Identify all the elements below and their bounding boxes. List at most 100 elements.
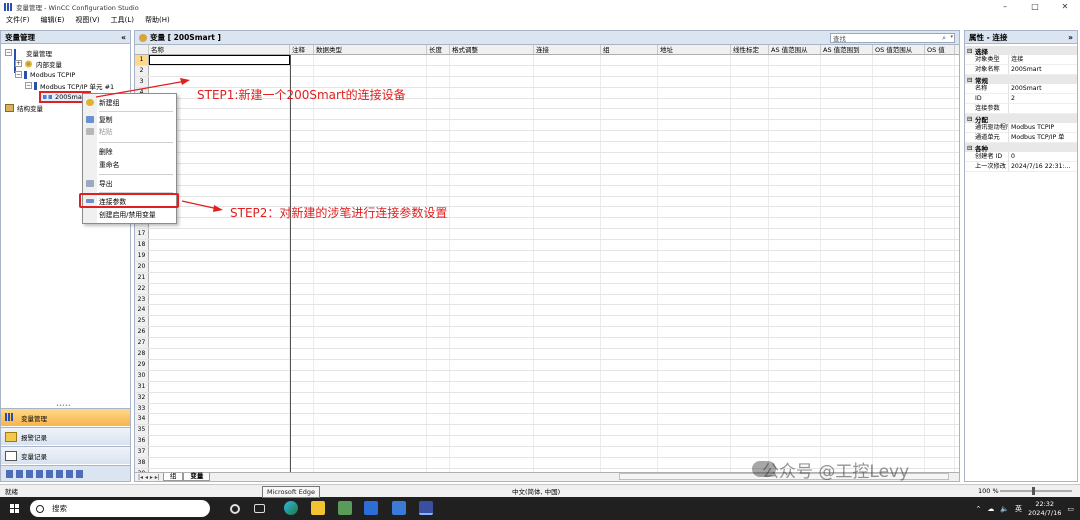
grid-cell[interactable] (601, 142, 658, 153)
grid-cell[interactable] (450, 98, 534, 109)
grid-cell[interactable] (450, 163, 534, 174)
table-row[interactable]: 36 (135, 436, 959, 448)
table-row[interactable]: 20 (135, 261, 959, 273)
grid-cell[interactable] (314, 120, 427, 131)
grid-cell[interactable] (658, 316, 731, 327)
grid-cell[interactable] (149, 251, 290, 261)
grid-cell[interactable] (601, 414, 658, 425)
menu-item-copy[interactable]: 复制 (99, 115, 113, 125)
grid-cell[interactable] (873, 153, 925, 163)
row-number[interactable]: 17 (135, 229, 149, 240)
tag-management-icon[interactable] (6, 469, 13, 478)
grid-cell[interactable] (290, 294, 314, 305)
grid-cell[interactable] (769, 392, 821, 403)
grid-cell[interactable] (149, 381, 290, 392)
grid-cell[interactable] (821, 120, 873, 131)
column-header[interactable]: 长度 (427, 45, 450, 54)
table-row[interactable]: 9 (135, 142, 959, 154)
grid-cell[interactable] (601, 261, 658, 272)
grid-cell[interactable] (731, 185, 769, 196)
grid-cell[interactable] (769, 240, 821, 251)
grid-cell[interactable] (534, 87, 601, 98)
grid-cell[interactable] (925, 272, 955, 283)
grid-cell[interactable] (534, 196, 601, 207)
grid-cell[interactable] (925, 283, 955, 294)
grid-cell[interactable] (769, 218, 821, 229)
row-number[interactable]: 35 (135, 425, 149, 436)
grid-cell[interactable] (873, 283, 925, 294)
grid-cell[interactable] (314, 316, 427, 327)
grid-cell[interactable] (534, 327, 601, 338)
file-explorer-icon[interactable] (311, 501, 325, 515)
grid-cell[interactable] (601, 240, 658, 251)
grid-cell[interactable] (769, 272, 821, 283)
grid-cell[interactable] (290, 131, 314, 142)
table-row[interactable]: 22 (135, 283, 959, 295)
grid-cell[interactable] (450, 349, 534, 359)
grid-cell[interactable] (314, 359, 427, 370)
grid-cell[interactable] (821, 338, 873, 349)
grid-cell[interactable] (873, 251, 925, 261)
table-row[interactable]: 26 (135, 327, 959, 339)
grid-cell[interactable] (290, 153, 314, 163)
grid-cell[interactable] (658, 55, 731, 65)
grid-cell[interactable] (925, 185, 955, 196)
input-language[interactable]: 英 (1015, 504, 1022, 514)
row-number[interactable]: 25 (135, 316, 149, 327)
grid-cell[interactable] (821, 272, 873, 283)
search-input[interactable]: 查找 ⌕ ▾ (830, 33, 955, 43)
expand-toggle-icon[interactable]: + (15, 60, 22, 67)
chevron-down-icon[interactable]: ▾ (950, 34, 953, 40)
grid-cell[interactable] (769, 283, 821, 294)
nav-tag-logging[interactable]: 变量记录 (1, 446, 130, 464)
grid-cell[interactable] (450, 251, 534, 261)
grid-cell[interactable] (427, 447, 450, 457)
prop-last-modified[interactable]: 上一次修改 2024/7/16 22:31:... (965, 162, 1077, 172)
grid-cell[interactable] (925, 425, 955, 436)
grid-cell[interactable] (873, 447, 925, 457)
grid-cell[interactable] (658, 196, 731, 207)
grid-cell[interactable] (731, 261, 769, 272)
grid-cell[interactable] (658, 327, 731, 338)
grid-cell[interactable] (731, 436, 769, 447)
grid-cell[interactable] (658, 457, 731, 468)
grid-cell[interactable] (427, 163, 450, 174)
table-row[interactable]: 6 (135, 109, 959, 121)
clock[interactable]: 22:32 2024/7/16 (1028, 500, 1061, 518)
tab-tags[interactable]: 变量 (183, 473, 211, 481)
table-row[interactable]: 33 (135, 403, 959, 415)
grid-cell[interactable] (149, 316, 290, 327)
grid-cell[interactable] (925, 305, 955, 316)
grid-cell[interactable] (731, 218, 769, 229)
row-number[interactable]: 37 (135, 447, 149, 457)
grid-cell[interactable] (427, 142, 450, 153)
grid-cell[interactable] (314, 403, 427, 414)
grid-cell[interactable] (290, 436, 314, 447)
grid-cell[interactable] (769, 153, 821, 163)
grid-cell[interactable] (873, 87, 925, 98)
grid-cell[interactable] (149, 327, 290, 338)
grid-cell[interactable] (314, 327, 427, 338)
grid-cell[interactable] (821, 109, 873, 120)
grid-cell[interactable] (427, 316, 450, 327)
grid-cell[interactable] (149, 305, 290, 316)
grid-cell[interactable] (769, 305, 821, 316)
grid-cell[interactable] (290, 185, 314, 196)
grid-cell[interactable] (658, 131, 731, 142)
grid-cell[interactable] (534, 425, 601, 436)
row-number[interactable]: 26 (135, 327, 149, 338)
table-row[interactable]: 34 (135, 414, 959, 426)
grid-cell[interactable] (873, 185, 925, 196)
grid-cell[interactable] (731, 163, 769, 174)
grid-cell[interactable] (731, 316, 769, 327)
grid-cell[interactable] (731, 349, 769, 359)
grid-cell[interactable] (873, 381, 925, 392)
grid-cell[interactable] (769, 142, 821, 153)
grid-cell[interactable] (925, 120, 955, 131)
grid-cell[interactable] (658, 185, 731, 196)
grid-cell[interactable] (290, 338, 314, 349)
grid-cell[interactable] (290, 349, 314, 359)
grid-cell[interactable] (769, 207, 821, 218)
grid-cell[interactable] (873, 425, 925, 436)
grid-cell[interactable] (427, 55, 450, 65)
